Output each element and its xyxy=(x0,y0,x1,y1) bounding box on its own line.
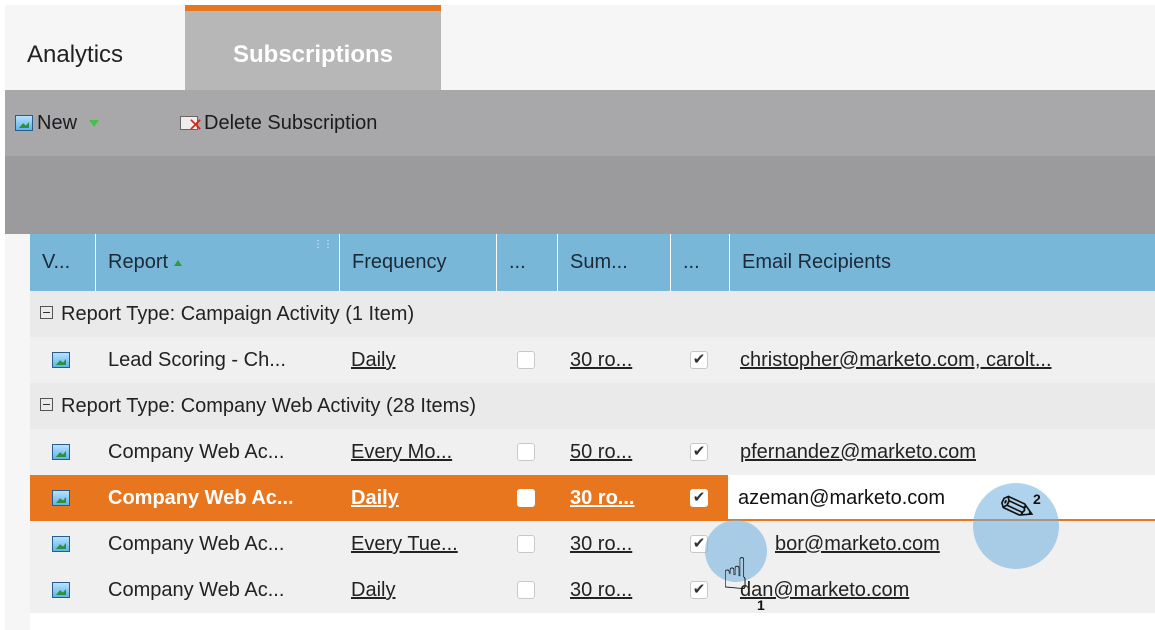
new-button[interactable]: New xyxy=(15,108,100,138)
group-label: Report Type: Company Web Activity (28 It… xyxy=(61,395,476,417)
group-row[interactable]: Report Type: Campaign Activity (1 Item) xyxy=(30,291,1155,337)
summary-link[interactable]: 50 ro... xyxy=(570,429,665,475)
subscriptions-grid: V... Report ⋮⋮ Frequency ... Sum... ... E… xyxy=(30,234,1155,630)
email-recipients-link[interactable]: pfernandez@marketo.com xyxy=(740,429,1150,475)
checkbox-unchecked[interactable] xyxy=(517,581,535,599)
summary-link[interactable]: 30 ro... xyxy=(570,521,665,567)
checkbox-checked[interactable]: ✔ xyxy=(690,443,708,461)
email-recipients-input[interactable]: azeman@marketo.com xyxy=(728,475,1155,521)
delete-icon: ✕ xyxy=(180,114,203,134)
email-recipients-link[interactable]: dan@marketo.com xyxy=(740,567,1150,613)
collapse-icon[interactable] xyxy=(40,306,53,320)
delete-subscription-button[interactable]: ✕ Delete Subscription xyxy=(180,108,377,138)
tab-analytics[interactable]: Analytics xyxy=(5,5,185,90)
column-resize-icon[interactable]: ⋮⋮ xyxy=(313,240,333,250)
frequency-link[interactable]: Daily xyxy=(351,475,491,521)
report-icon xyxy=(52,352,70,368)
column-header-summary[interactable]: Sum... xyxy=(558,234,671,291)
report-cell: Company Web Ac... xyxy=(108,487,294,509)
frequency-link[interactable]: Every Mo... xyxy=(351,429,491,475)
column-header-email-recipients[interactable]: Email Recipients xyxy=(730,234,1155,291)
column-header-report[interactable]: Report ⋮⋮ xyxy=(96,234,340,291)
app-frame: Analytics Subscriptions New ✕ Delete Sub… xyxy=(5,5,1155,630)
frequency-link[interactable]: Daily xyxy=(351,567,491,613)
toolbar-spacer xyxy=(5,156,1155,234)
group-label: Report Type: Campaign Activity (1 Item) xyxy=(61,303,415,325)
checkbox-unchecked[interactable] xyxy=(517,489,535,507)
tab-subscriptions[interactable]: Subscriptions xyxy=(185,5,441,90)
checkbox-unchecked[interactable] xyxy=(517,443,535,461)
checkbox-unchecked[interactable] xyxy=(517,535,535,553)
summary-link[interactable]: 30 ro... xyxy=(570,337,665,383)
report-cell: Company Web Ac... xyxy=(108,579,285,601)
report-icon xyxy=(52,444,70,460)
collapse-icon[interactable] xyxy=(40,398,53,412)
step-2-number: 2 xyxy=(1033,491,1041,507)
frequency-link[interactable]: Every Tue... xyxy=(351,521,491,567)
tab-bar: Analytics Subscriptions xyxy=(5,5,1155,90)
table-row[interactable]: Company Web Ac... Every Mo... 50 ro... ✔… xyxy=(30,429,1155,475)
hand-cursor-icon: ☝ xyxy=(722,550,749,599)
column-header-report-label: Report xyxy=(108,251,169,273)
report-cell: Company Web Ac... xyxy=(108,533,285,555)
new-label: New xyxy=(37,112,78,134)
email-recipients-link[interactable]: christopher@marketo.com, carolt... xyxy=(740,337,1150,383)
sort-asc-icon xyxy=(174,259,183,266)
report-icon xyxy=(15,115,33,131)
table-row[interactable]: Company Web Ac... Daily 30 ro... ✔ dan@m… xyxy=(30,567,1155,613)
table-row[interactable]: Lead Scoring - Ch... Daily 30 ro... ✔ ch… xyxy=(30,337,1155,383)
frequency-link[interactable]: Daily xyxy=(351,337,491,383)
summary-link[interactable]: 30 ro... xyxy=(570,567,665,613)
column-header-view[interactable]: V... xyxy=(30,234,96,291)
grid-header: V... Report ⋮⋮ Frequency ... Sum... ... E… xyxy=(30,234,1155,291)
column-header-col4[interactable]: ... xyxy=(497,234,558,291)
toolbar: New ✕ Delete Subscription xyxy=(5,90,1155,156)
report-cell: Lead Scoring - Ch... xyxy=(108,349,286,371)
checkbox-checked[interactable]: ✔ xyxy=(690,351,708,369)
column-header-frequency[interactable]: Frequency xyxy=(340,234,497,291)
caret-down-icon[interactable] xyxy=(89,119,100,127)
checkbox-checked[interactable]: ✔ xyxy=(690,489,708,507)
column-header-col6[interactable]: ... xyxy=(671,234,730,291)
checkbox-unchecked[interactable] xyxy=(517,351,535,369)
report-icon xyxy=(52,490,70,506)
report-icon xyxy=(52,536,70,552)
checkbox-checked[interactable]: ✔ xyxy=(690,581,708,599)
report-icon xyxy=(52,582,70,598)
summary-link[interactable]: 30 ro... xyxy=(570,475,665,521)
email-recipients-link[interactable]: bor@marketo.com xyxy=(775,521,1145,567)
report-cell: Company Web Ac... xyxy=(108,441,285,463)
delete-label: Delete Subscription xyxy=(204,112,378,134)
group-row[interactable]: Report Type: Company Web Activity (28 It… xyxy=(30,383,1155,429)
step-1-number: 1 xyxy=(757,597,765,613)
